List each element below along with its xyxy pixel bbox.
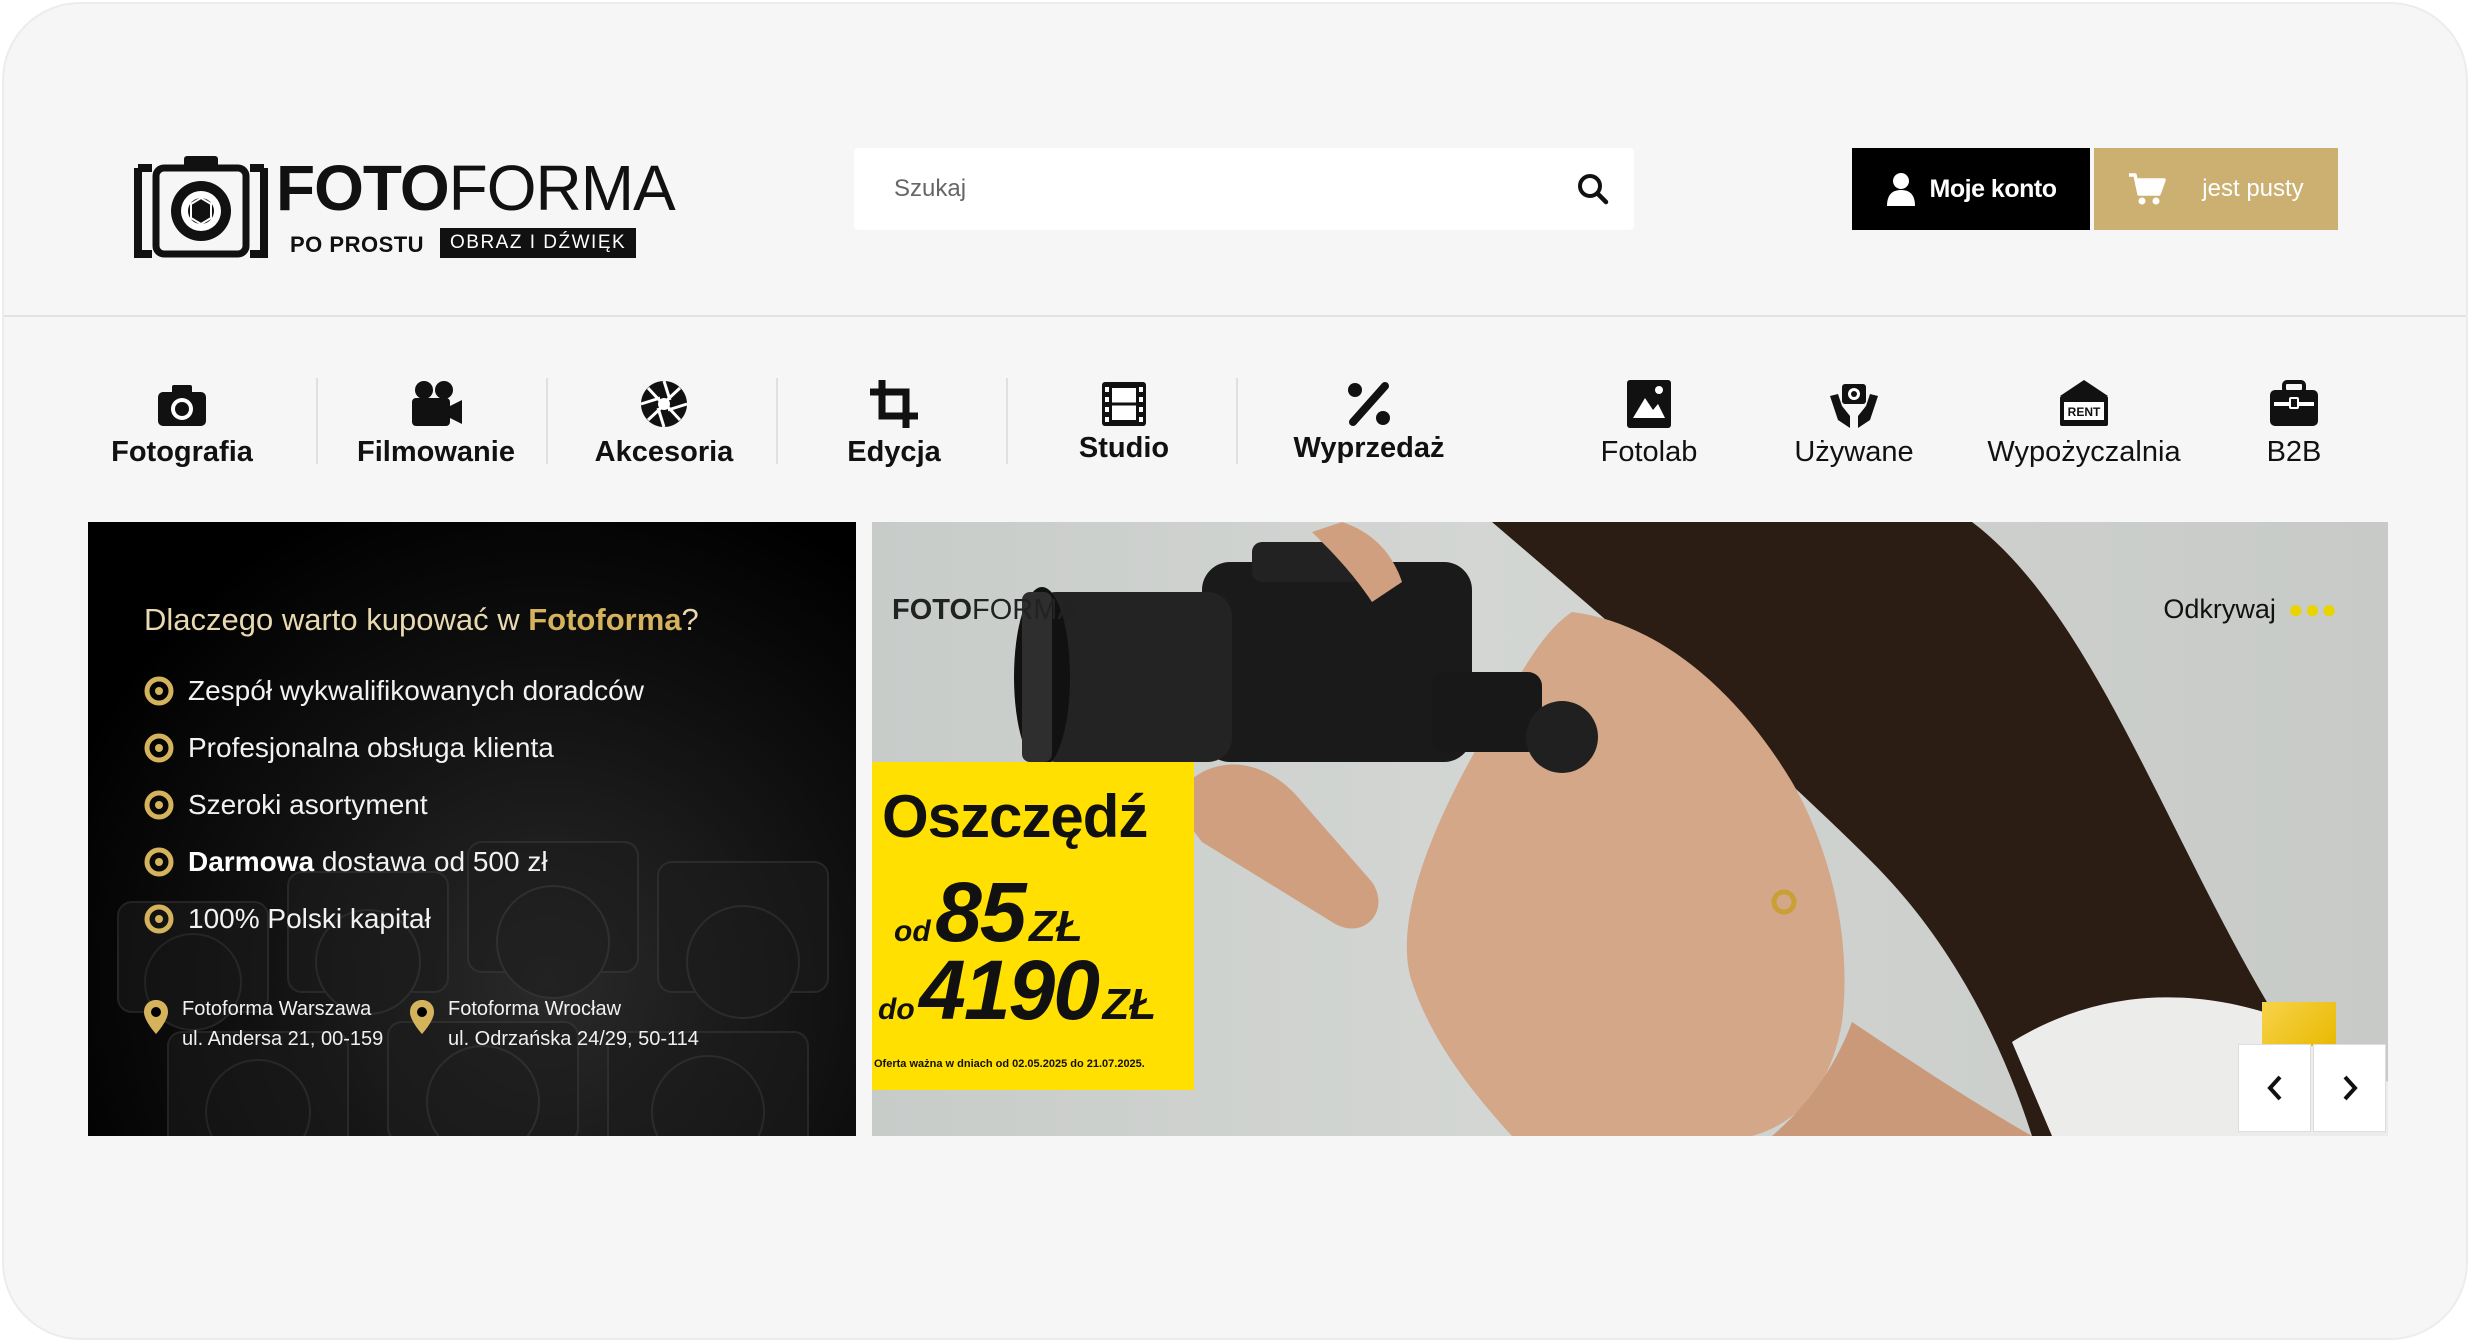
nav-item-label: Wypożyczalnia xyxy=(1987,436,2181,468)
nav-item-wypozyczalnia[interactable]: RENT Wypożyczalnia xyxy=(1964,360,2204,490)
why-us-heading: Dlaczego warto kupować w Fotoforma? xyxy=(144,602,699,637)
nav-item-label: Studio xyxy=(1078,432,1170,464)
logo-tagline-right: OBRAZ I DŹWIĘK xyxy=(440,228,637,258)
store-warszawa: Fotoforma Warszawa ul. Andersa 21, 00-15… xyxy=(144,994,383,1054)
percent-icon xyxy=(1348,382,1390,426)
search-input[interactable] xyxy=(854,148,1534,230)
nav-item-label: Wyprzedaż xyxy=(1293,432,1445,464)
aperture-bullet-icon xyxy=(144,904,174,933)
gold-corner-tag xyxy=(2262,1002,2336,1046)
my-account-button[interactable]: Moje konto xyxy=(1852,148,2090,230)
search-bar xyxy=(854,148,1634,230)
cart-status-label: jest pusty xyxy=(2202,175,2304,202)
discover-link[interactable]: Odkrywaj ●●● xyxy=(2163,594,2338,625)
crop-icon xyxy=(870,380,918,428)
nav-separator xyxy=(776,378,778,464)
page-frame: FOTOFORMA PO PROSTU OBRAZ I DŹWIĘK Moje … xyxy=(2,2,2468,1340)
nav-separator xyxy=(1236,378,1238,464)
rent-badge-text: RENT xyxy=(2068,405,2101,419)
nav-item-edycja[interactable]: Edycja xyxy=(814,360,974,490)
video-camera-icon xyxy=(412,381,462,426)
store-name: Fotoforma Wrocław xyxy=(448,998,622,1020)
aperture-bullet-icon xyxy=(144,676,174,705)
logo-wordmark: FOTOFORMA xyxy=(276,152,676,224)
camera-logo-icon xyxy=(134,156,268,258)
list-item: Szeroki asortyment xyxy=(144,776,644,833)
slider-controls xyxy=(2238,1044,2386,1132)
nav-item-label: Filmowanie xyxy=(357,436,515,468)
film-strip-icon xyxy=(1102,382,1146,426)
list-item: Zespół wykwalifikowanych doradców xyxy=(144,662,644,719)
nav-item-label: Fotografia xyxy=(111,436,253,468)
list-item: Profesjonalna obsługa klienta xyxy=(144,719,644,776)
hands-camera-icon xyxy=(1830,384,1878,428)
why-us-list: Zespół wykwalifikowanych doradców Profes… xyxy=(144,662,644,947)
discover-label: Odkrywaj xyxy=(2163,594,2276,624)
list-item: Darmowa dostawa od 500 zł xyxy=(144,833,644,890)
nav-item-label: Edycja xyxy=(847,436,941,468)
why-us-banner[interactable]: Dlaczego warto kupować w Fotoforma? Zesp… xyxy=(88,522,856,1136)
store-address: ul. Odrzańska 24/29, 50-114 xyxy=(448,1028,699,1050)
nav-item-wyprzedaz[interactable]: Wyprzedaż xyxy=(1264,360,1474,490)
nav-item-akcesoria[interactable]: Akcesoria xyxy=(584,360,744,490)
offer-to: do 4190 ZŁ xyxy=(878,943,1157,1037)
my-account-label: Moje konto xyxy=(1929,174,2057,203)
slider-next-button[interactable] xyxy=(2313,1044,2386,1132)
cart-button[interactable]: jest pusty xyxy=(2094,148,2338,230)
site-logo[interactable]: FOTOFORMA PO PROSTU OBRAZ I DŹWIĘK xyxy=(134,154,676,260)
list-item: 100% Polski kapitał xyxy=(144,890,644,947)
aperture-icon xyxy=(640,380,688,428)
cart-icon xyxy=(2129,173,2167,205)
aperture-bullet-icon xyxy=(144,847,174,876)
nav-item-b2b[interactable]: B2B xyxy=(2224,360,2364,490)
chevron-right-icon xyxy=(2343,1075,2358,1101)
aperture-bullet-icon xyxy=(144,790,174,819)
nav-separator xyxy=(1006,378,1008,464)
briefcase-icon xyxy=(2270,380,2318,426)
aperture-bullet-icon xyxy=(144,733,174,762)
nav-separator xyxy=(316,378,318,464)
nav-item-label: B2B xyxy=(2266,436,2322,468)
offer-headline: Oszczędź xyxy=(882,783,1148,850)
hero-slider[interactable]: FOTOFORMA Odkrywaj ●●● Oszczędź od 85 ZŁ… xyxy=(872,522,2388,1136)
header-divider xyxy=(4,315,2466,317)
nav-separator xyxy=(546,378,548,464)
discover-dots-icon: ●●● xyxy=(2287,594,2338,624)
nav-item-studio[interactable]: Studio xyxy=(1044,360,1204,490)
nav-item-filmowanie[interactable]: Filmowanie xyxy=(346,360,526,490)
nav-item-label: Fotolab xyxy=(1600,436,1698,468)
nav-item-fotografia[interactable]: Fotografia xyxy=(102,360,262,490)
user-icon xyxy=(1886,173,1915,206)
slider-prev-button[interactable] xyxy=(2238,1044,2311,1132)
chevron-left-icon xyxy=(2266,1075,2281,1101)
hero-logo: FOTOFORMA xyxy=(892,594,1077,626)
store-wroclaw: Fotoforma Wrocław ul. Odrzańska 24/29, 5… xyxy=(410,994,699,1054)
nav-item-fotolab[interactable]: Fotolab xyxy=(1569,360,1729,490)
store-address: ul. Andersa 21, 00-159 xyxy=(182,1028,384,1050)
offer-note: Oferta ważna w dniach od 02.05.2025 do 2… xyxy=(874,1058,1145,1070)
location-pin-icon xyxy=(144,1000,168,1034)
store-name: Fotoforma Warszawa xyxy=(182,998,372,1020)
nav-item-label: Używane xyxy=(1794,436,1914,468)
nav-item-uzywane[interactable]: Używane xyxy=(1769,360,1939,490)
nav-item-label: Akcesoria xyxy=(594,436,734,468)
logo-tagline-left: PO PROSTU xyxy=(290,232,425,257)
offer-box: Oszczędź od 85 ZŁ do 4190 ZŁ Oferta ważn… xyxy=(872,762,1194,1090)
search-icon[interactable] xyxy=(1574,170,1612,208)
rent-icon: RENT xyxy=(2060,380,2108,426)
location-pin-icon xyxy=(410,1000,434,1034)
category-nav: Fotografia Filmowanie Akcesoria Edycja S… xyxy=(84,360,2384,490)
camera-icon xyxy=(158,385,206,426)
photo-print-icon xyxy=(1627,380,1671,428)
